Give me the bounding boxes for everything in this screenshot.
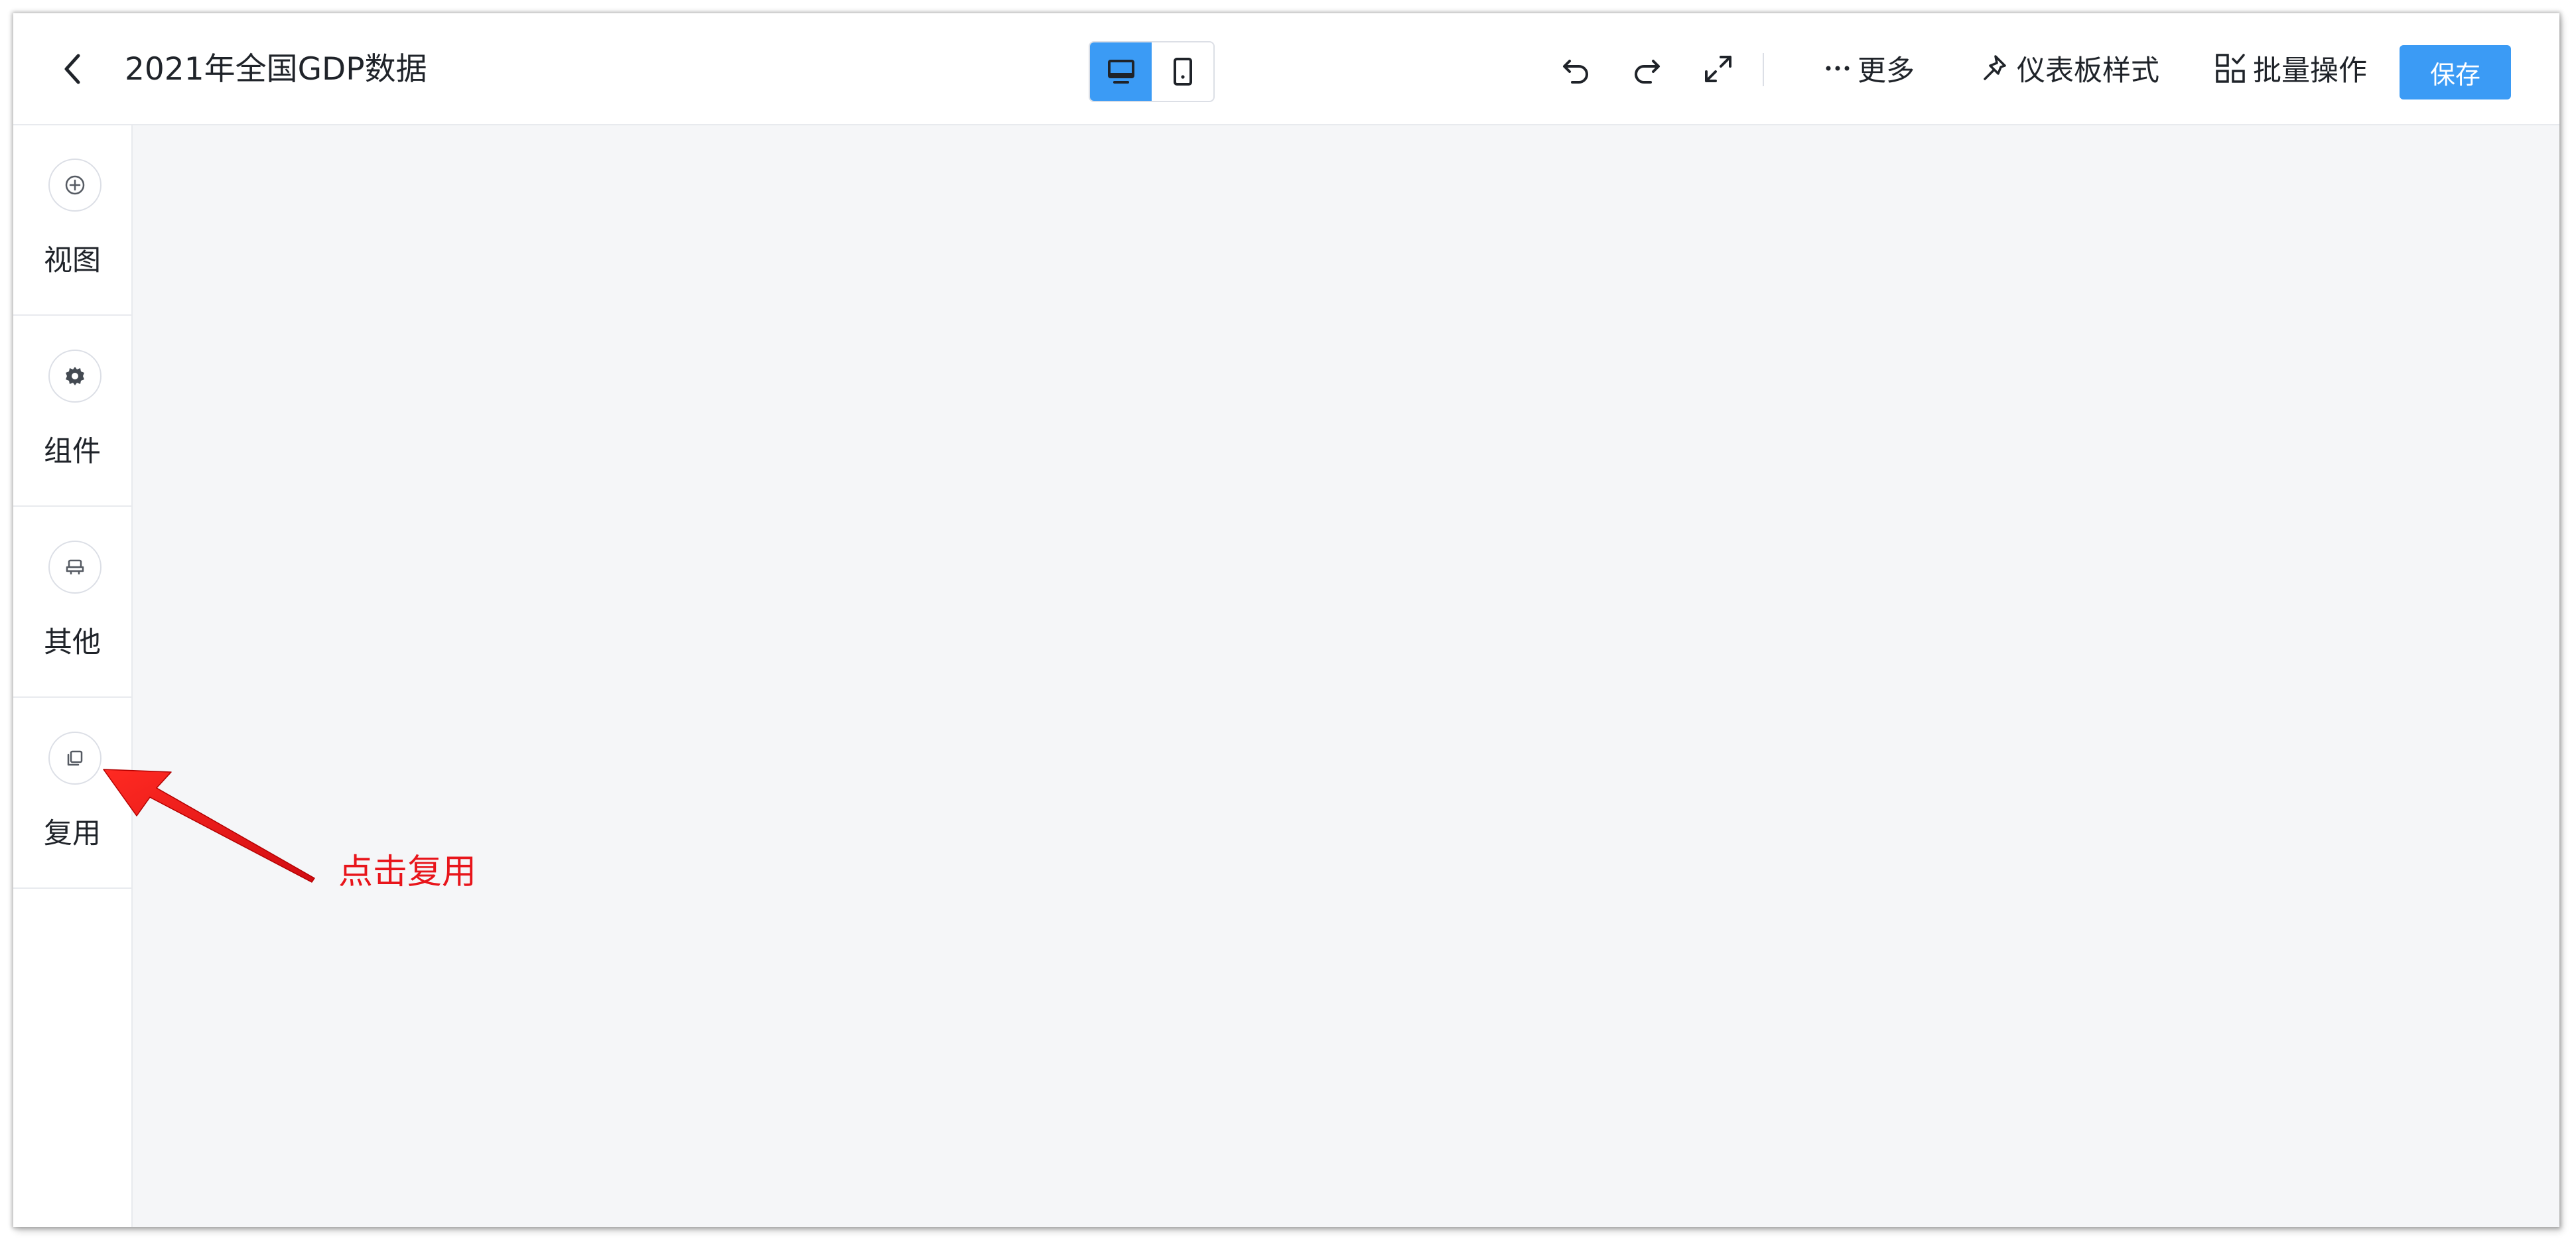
chevron-left-icon xyxy=(64,54,80,84)
sidebar-item-label: 其他 xyxy=(44,626,101,659)
undo-icon xyxy=(1563,60,1588,84)
desktop-mode-button[interactable] xyxy=(1090,42,1152,101)
monitor-icon xyxy=(1107,60,1134,84)
toolbar-divider xyxy=(1763,53,1764,86)
save-button[interactable]: 保存 xyxy=(2400,45,2511,99)
screenshot-page: 2021年全国GDP数据 更多 仪表板样式 批量操作 保存 视图 组件 其他 复… xyxy=(0,0,2576,1241)
annotation-arrow-icon xyxy=(103,769,315,883)
other-icon xyxy=(66,559,84,574)
dashboard-style-button[interactable]: 仪表板样式 xyxy=(1981,46,2159,90)
annotation-text: 点击复用 xyxy=(338,852,477,892)
dashboard-canvas[interactable] xyxy=(133,125,2559,1227)
expand-icon xyxy=(1705,56,1731,82)
more-label: 更多 xyxy=(1858,54,1915,88)
back-button[interactable] xyxy=(57,49,89,89)
sidebar-icon-circle xyxy=(48,541,102,594)
sidebar-item-label: 组件 xyxy=(44,435,101,468)
mobile-mode-button[interactable] xyxy=(1152,42,1213,101)
tablet-icon xyxy=(1173,58,1192,86)
redo-icon xyxy=(1635,60,1660,84)
pin-icon xyxy=(1984,55,2006,80)
grid-select-icon xyxy=(2216,54,2245,83)
dashboard-editor-window: 2021年全国GDP数据 更多 仪表板样式 批量操作 保存 视图 组件 其他 复… xyxy=(13,13,2559,1227)
device-mode-toggle xyxy=(1089,41,1215,102)
redo-button[interactable] xyxy=(1629,52,1664,86)
undo-button[interactable] xyxy=(1559,52,1593,86)
more-button[interactable]: 更多 xyxy=(1824,46,1915,90)
sidebar-item-view[interactable]: 视图 xyxy=(13,125,131,316)
component-sidebar: 视图 组件 其他 复用 xyxy=(13,125,133,1227)
gear-icon xyxy=(66,367,84,385)
editor-header: 2021年全国GDP数据 更多 仪表板样式 批量操作 保存 xyxy=(13,13,2559,125)
page-title: 2021年全国GDP数据 xyxy=(125,51,427,88)
sidebar-item-component[interactable]: 组件 xyxy=(13,316,131,507)
sidebar-item-other[interactable]: 其他 xyxy=(13,507,131,698)
fullscreen-button[interactable] xyxy=(1701,52,1735,86)
more-dots-icon xyxy=(1826,66,1850,71)
plus-circle-icon xyxy=(65,175,85,195)
sidebar-icon-circle xyxy=(48,350,102,403)
sidebar-item-label: 视图 xyxy=(44,244,101,277)
copy-icon xyxy=(67,750,83,766)
batch-operation-label: 批量操作 xyxy=(2253,54,2367,88)
dashboard-style-label: 仪表板样式 xyxy=(2017,54,2159,88)
sidebar-icon-circle xyxy=(48,159,102,212)
batch-operation-button[interactable]: 批量操作 xyxy=(2214,46,2367,90)
